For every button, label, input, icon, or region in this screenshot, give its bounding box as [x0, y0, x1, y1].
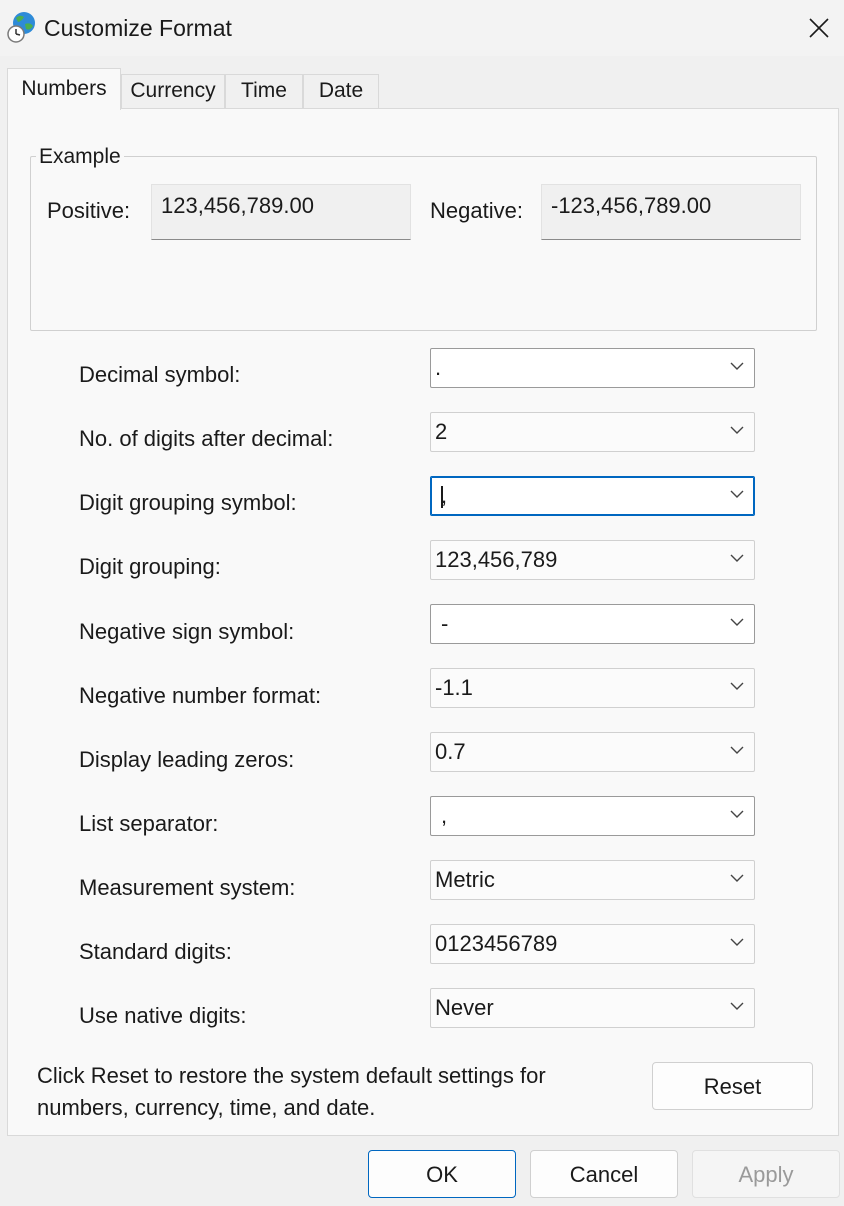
button-label: Reset	[703, 1074, 762, 1099]
negative-number-format-select[interactable]: -1.1	[430, 668, 755, 708]
leading-zeros-select[interactable]: 0.7	[430, 732, 755, 772]
cancel-button[interactable]: Cancel	[530, 1150, 678, 1198]
chevron-down-icon[interactable]	[730, 874, 744, 883]
negative-sign-symbol-label: Negative sign symbol:	[79, 619, 295, 644]
combo-value: ,	[441, 803, 448, 828]
digit-grouping-select[interactable]: 123,456,789	[430, 540, 755, 580]
combo-value: Metric	[435, 867, 495, 892]
combo-value: Never	[435, 995, 494, 1020]
positive-label: Positive:	[47, 198, 131, 223]
combo-value: -1.1	[435, 675, 473, 700]
chevron-down-icon[interactable]	[730, 362, 744, 371]
native-digits-select[interactable]: Never	[430, 988, 755, 1028]
tab-date[interactable]: Date	[303, 74, 379, 108]
negative-number-format-label: Negative number format:	[79, 683, 322, 708]
globe-clock-icon	[6, 10, 38, 44]
tab-label: Currency	[130, 79, 216, 102]
leading-zeros-label: Display leading zeros:	[79, 747, 295, 772]
decimal-symbol-combo[interactable]: .	[430, 348, 755, 388]
digits-after-decimal-label: No. of digits after decimal:	[79, 426, 334, 451]
title-bar: Customize Format	[0, 0, 844, 56]
digit-grouping-symbol-label: Digit grouping symbol:	[79, 490, 297, 515]
chevron-down-icon[interactable]	[730, 810, 744, 819]
ok-button[interactable]: OK	[368, 1150, 516, 1198]
button-label: Apply	[738, 1162, 794, 1187]
tab-currency[interactable]: Currency	[121, 74, 225, 108]
negative-example-field: -123,456,789.00	[541, 184, 801, 240]
chevron-down-icon[interactable]	[730, 1002, 744, 1011]
chevron-down-icon[interactable]	[730, 426, 744, 435]
tab-label: Date	[318, 79, 364, 102]
measurement-system-select[interactable]: Metric	[430, 860, 755, 900]
apply-button[interactable]: Apply	[692, 1150, 840, 1198]
standard-digits-select[interactable]: 0123456789	[430, 924, 755, 964]
tab-label: Time	[241, 79, 287, 102]
example-legend: Example	[36, 145, 124, 169]
native-digits-label: Use native digits:	[79, 1003, 247, 1028]
positive-example-value: 123,456,789.00	[161, 193, 314, 218]
reset-info-text: Click Reset to restore the system defaul…	[37, 1063, 546, 1120]
chevron-down-icon[interactable]	[730, 490, 744, 499]
combo-value: 2	[435, 419, 448, 444]
negative-label: Negative:	[430, 198, 523, 223]
button-label: OK	[426, 1162, 458, 1187]
standard-digits-label: Standard digits:	[79, 939, 232, 964]
negative-sign-symbol-combo[interactable]: -	[430, 604, 755, 644]
digit-grouping-symbol-combo[interactable]: ,	[430, 476, 755, 516]
chevron-down-icon[interactable]	[730, 618, 744, 627]
combo-value: -	[441, 611, 449, 636]
tab-time[interactable]: Time	[225, 74, 303, 108]
combo-value: 0.7	[435, 739, 466, 764]
tab-label: Numbers	[21, 77, 107, 100]
close-icon	[809, 18, 829, 38]
combo-value: 0123456789	[435, 931, 558, 956]
reset-button[interactable]: Reset	[652, 1062, 813, 1110]
chevron-down-icon[interactable]	[730, 682, 744, 691]
chevron-down-icon[interactable]	[730, 938, 744, 947]
negative-example-value: -123,456,789.00	[551, 193, 712, 218]
list-separator-label: List separator:	[79, 811, 219, 836]
chevron-down-icon[interactable]	[730, 746, 744, 755]
window-title: Customize Format	[44, 15, 232, 41]
tab-numbers[interactable]: Numbers	[7, 68, 121, 110]
combo-value: 123,456,789	[435, 547, 558, 572]
digits-after-decimal-select[interactable]: 2	[430, 412, 755, 452]
digit-grouping-label: Digit grouping:	[79, 554, 221, 579]
text-caret	[441, 486, 443, 508]
decimal-symbol-label: Decimal symbol:	[79, 362, 241, 387]
combo-value: .	[435, 355, 442, 380]
positive-example-field: 123,456,789.00	[151, 184, 411, 240]
list-separator-combo[interactable]: ,	[430, 796, 755, 836]
measurement-system-label: Measurement system:	[79, 875, 296, 900]
close-button[interactable]	[796, 6, 842, 50]
button-label: Cancel	[569, 1162, 639, 1187]
example-group	[30, 156, 817, 331]
chevron-down-icon[interactable]	[730, 554, 744, 563]
